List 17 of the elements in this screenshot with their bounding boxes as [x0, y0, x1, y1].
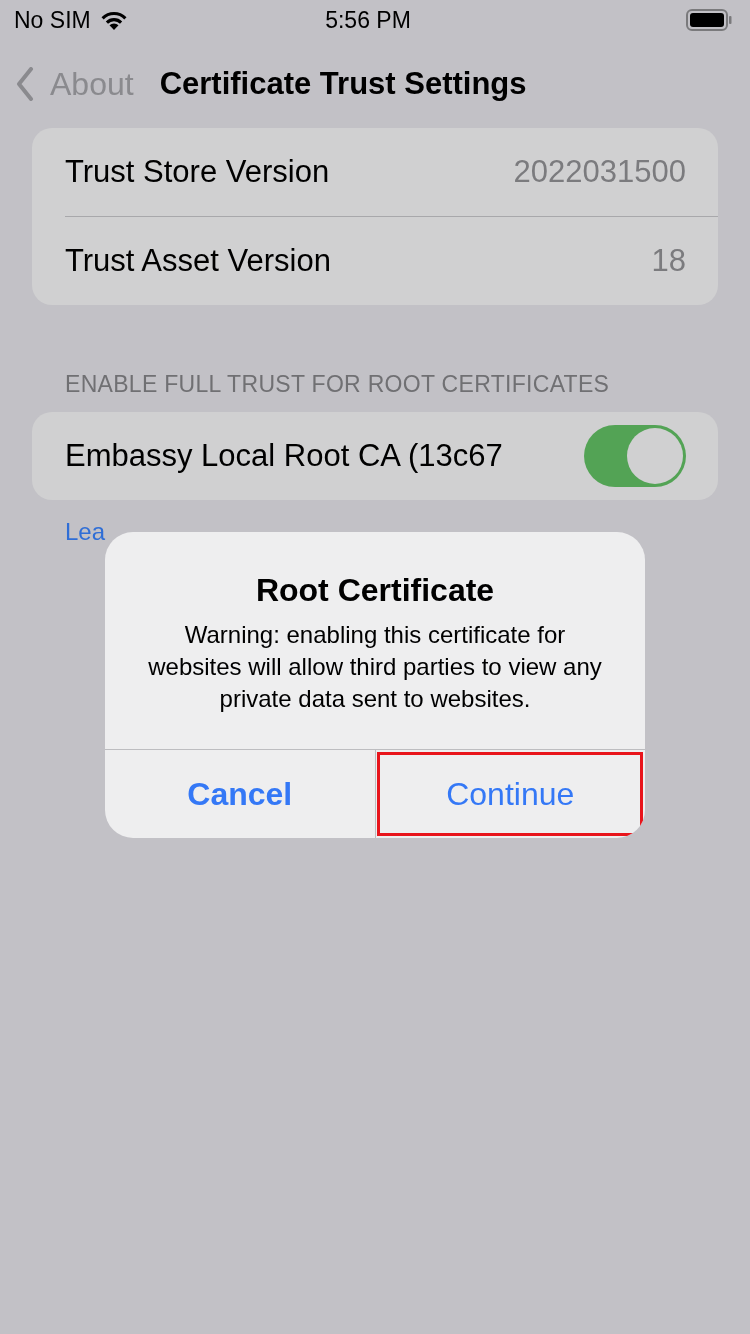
back-chevron-icon	[16, 67, 34, 101]
continue-button[interactable]: Continue	[374, 750, 645, 838]
row-value: 2022031500	[513, 154, 686, 190]
learn-more-link[interactable]: Lea	[65, 518, 106, 545]
page-title: Certificate Trust Settings	[159, 66, 527, 102]
row-value: 18	[651, 243, 686, 279]
certificate-name: Embassy Local Root CA (13c67	[65, 438, 503, 474]
clock: 5:56 PM	[324, 6, 412, 34]
alert-message: Warning: enabling this certificate for websites will allow third parties to view any private data sent to websites.	[147, 620, 603, 714]
row-label: Trust Store Version	[65, 154, 330, 190]
section-header: ENABLE FULL TRUST FOR ROOT CERTIFICATES	[65, 371, 611, 398]
battery-icon	[686, 9, 732, 31]
carrier-label: No SIM	[14, 6, 91, 34]
alert-title: Root Certificate	[254, 572, 496, 609]
cancel-button[interactable]: Cancel	[105, 750, 375, 838]
row-label: Trust Asset Version	[65, 243, 331, 279]
back-button[interactable]: About	[16, 65, 134, 103]
